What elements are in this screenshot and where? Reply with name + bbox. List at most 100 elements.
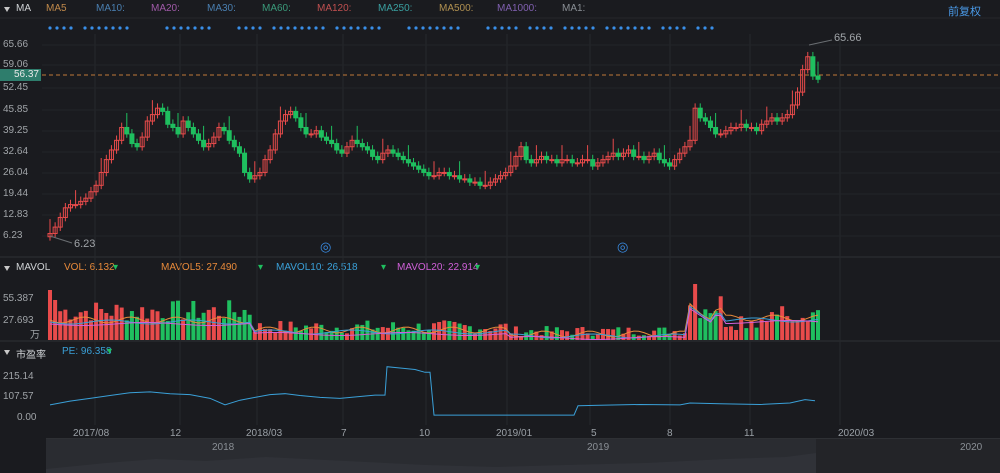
ma-signal-dot — [293, 26, 297, 30]
candlestick — [344, 146, 350, 154]
ma-signal-dot — [647, 26, 651, 30]
ma-signal-dot — [668, 26, 672, 30]
ma-signal-dot — [307, 26, 311, 30]
ma-signal-dot — [584, 26, 588, 30]
dropdown-arrow-icon[interactable]: ▾ — [107, 346, 112, 357]
candlestick — [318, 130, 324, 138]
mavol5-line — [49, 302, 819, 338]
dropdown-arrow-icon[interactable]: ▾ — [381, 262, 386, 273]
candlestick — [221, 126, 227, 132]
volume-bar — [647, 335, 652, 340]
ma-signal-dot — [186, 26, 190, 30]
candlestick — [815, 75, 821, 80]
ma-signal-dot — [591, 26, 595, 30]
dropdown-arrow-icon[interactable]: ▾ — [258, 262, 263, 273]
volume-bar — [160, 318, 165, 340]
time-navigator[interactable]: 2018 2019 2020 — [46, 438, 1000, 473]
candlestick — [385, 149, 391, 154]
price-panel-title: MA — [16, 3, 31, 14]
candlestick — [364, 146, 370, 151]
candlestick — [124, 126, 130, 135]
volume-panel-title: MAVOL — [16, 262, 51, 273]
volume-bar — [73, 316, 78, 340]
volume-bar — [560, 330, 564, 340]
candlestick — [349, 139, 355, 148]
candlestick — [692, 107, 698, 141]
candlestick — [733, 126, 739, 129]
volume-unit: 万 — [30, 330, 40, 341]
volume-bar — [488, 330, 493, 340]
volume-bar — [385, 327, 390, 340]
candlestick — [155, 107, 161, 116]
volume-bar — [304, 325, 308, 340]
ma-signal-dot — [172, 26, 176, 30]
volume-bar — [472, 333, 477, 340]
event-marker-icon[interactable]: ◎ — [617, 239, 628, 255]
candlestick — [718, 133, 724, 136]
ma-signal-dot — [286, 26, 290, 30]
volume-bar — [672, 331, 677, 340]
ma-signal-dot — [549, 26, 553, 30]
candlestick — [323, 136, 329, 141]
candlestick — [651, 152, 657, 157]
volume-bar — [503, 323, 508, 340]
candlestick — [585, 159, 591, 162]
candlestick — [554, 159, 560, 164]
ma-signal-dot — [493, 26, 497, 30]
volume-bar — [350, 328, 355, 340]
volume-bar — [411, 330, 416, 340]
candlestick — [682, 146, 688, 154]
volume-bar — [626, 327, 631, 340]
mavol5-value: MAVOL5: 27.490 — [161, 262, 237, 273]
ma-label-30: MA30: — [207, 3, 236, 14]
ma-label-250: MA250: — [378, 3, 413, 14]
candlestick — [175, 126, 181, 135]
candlestick — [441, 171, 447, 174]
candlestick — [508, 165, 514, 173]
dropdown-arrow-icon[interactable]: ▾ — [113, 262, 118, 273]
volume-bar — [375, 327, 380, 340]
ma-label-1: MA1: — [562, 3, 586, 14]
volume-bar — [129, 311, 134, 340]
mavol10-value: MAVOL10: 26.518 — [276, 262, 358, 273]
candlestick — [231, 139, 237, 148]
candlestick — [277, 120, 283, 135]
volume-bar — [805, 321, 810, 340]
candlestick — [549, 159, 555, 162]
collapse-triangle-icon[interactable] — [4, 266, 10, 271]
event-marker-icon[interactable]: ◎ — [320, 239, 331, 255]
candlestick — [93, 184, 99, 193]
volume-bar — [119, 307, 124, 340]
price-y-tick: 52.45 — [3, 82, 29, 93]
dropdown-arrow-icon[interactable]: ▾ — [475, 262, 480, 273]
volume-bar — [769, 312, 774, 340]
ma-signal-dot — [605, 26, 609, 30]
ma-signal-dot — [314, 26, 318, 30]
ma-signal-dot — [104, 26, 108, 30]
candlestick — [390, 149, 396, 154]
volume-bar — [513, 326, 518, 340]
collapse-triangle-icon[interactable] — [4, 7, 10, 12]
volume-bar — [268, 329, 273, 340]
collapse-triangle-icon[interactable] — [4, 350, 10, 355]
candlestick — [416, 165, 422, 170]
volume-bar — [529, 330, 534, 340]
candlestick — [723, 130, 729, 135]
candlestick — [528, 159, 534, 164]
ma-label-20: MA20: — [151, 3, 180, 14]
candlestick — [88, 191, 94, 199]
volume-bar — [662, 327, 667, 340]
volume-bar — [570, 334, 575, 340]
candlestick — [139, 136, 145, 148]
candlestick — [667, 162, 673, 167]
adjust-button[interactable]: 前复权 — [948, 3, 981, 19]
pe-value: PE: 96.358 — [62, 346, 112, 357]
volume-bar — [708, 313, 713, 340]
candlestick — [370, 149, 376, 157]
high-pointer — [808, 39, 833, 46]
candlestick — [677, 152, 683, 161]
volume-bar — [242, 309, 247, 340]
ma-signal-dot — [682, 26, 686, 30]
candlestick — [67, 204, 73, 209]
candlestick — [805, 56, 811, 71]
